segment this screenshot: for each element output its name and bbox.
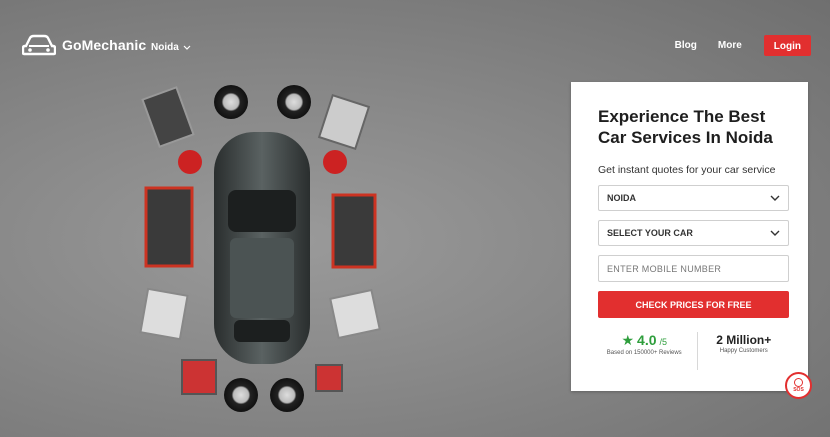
nav-more-link[interactable]: More	[718, 40, 742, 51]
star-icon: ★	[621, 332, 635, 348]
logo[interactable]: GoMechanic	[22, 33, 146, 57]
car-service-illustration	[139, 85, 381, 412]
form-title: Experience The Best Car Services In Noid…	[598, 106, 790, 148]
service-machine-icon	[331, 193, 377, 269]
car-top-view-icon	[214, 132, 310, 364]
rating-stat: ★ 4.0 /5 Based on 150000+ Reviews	[598, 332, 697, 372]
city-select-value: NOIDA	[607, 193, 636, 203]
sos-icon	[794, 378, 803, 387]
car-logo-icon	[22, 34, 56, 56]
sos-button[interactable]: SOS	[785, 372, 812, 399]
top-nav: Blog More Login	[675, 35, 811, 56]
service-machine-icon	[329, 288, 381, 340]
login-button[interactable]: Login	[763, 35, 811, 56]
chevron-down-icon	[770, 230, 780, 236]
mechanic-icon	[178, 150, 202, 174]
service-machine-icon	[141, 86, 195, 148]
customers-value: 2 Million+	[716, 333, 772, 347]
city-selector[interactable]: Noida	[151, 42, 191, 53]
car-select-value: SELECT YOUR CAR	[607, 228, 693, 238]
customers-caption: Happy Customers	[719, 348, 768, 354]
rating-out-of: /5	[659, 337, 668, 347]
form-title-line1: Experience The Best	[598, 107, 766, 126]
quote-form-card: Experience The Best Car Services In Noid…	[571, 82, 808, 391]
chevron-down-icon	[183, 45, 191, 50]
check-prices-button[interactable]: CHECK PRICES FOR FREE	[598, 291, 789, 318]
tyre-icon	[214, 85, 248, 119]
tyre-icon	[224, 378, 258, 412]
city-select[interactable]: NOIDA	[598, 185, 789, 211]
tyre-icon	[270, 378, 304, 412]
brand-name: GoMechanic	[62, 37, 147, 53]
service-machine-icon	[144, 186, 194, 268]
mobile-number-input[interactable]: ENTER MOBILE NUMBER	[598, 255, 789, 282]
tyre-icon	[277, 85, 311, 119]
form-title-line2: Car Services In Noida	[598, 128, 773, 147]
service-machine-icon	[315, 364, 343, 392]
car-select[interactable]: SELECT YOUR CAR	[598, 220, 789, 246]
header: GoMechanic Noida Blog More Login	[0, 0, 830, 90]
form-subtitle: Get instant quotes for your car service	[598, 164, 776, 176]
customers-stat: 2 Million+ Happy Customers	[698, 332, 791, 372]
sos-label: SOS	[793, 387, 804, 393]
rating-value: 4.0	[637, 332, 657, 348]
stats-row: ★ 4.0 /5 Based on 150000+ Reviews 2 Mill…	[598, 332, 790, 372]
nav-blog-link[interactable]: Blog	[675, 40, 697, 51]
rating-caption: Based on 150000+ Reviews	[606, 350, 682, 356]
service-machine-icon	[181, 359, 217, 395]
city-label: Noida	[151, 42, 179, 53]
service-machine-icon	[139, 287, 189, 341]
mechanic-icon	[323, 150, 347, 174]
mobile-number-placeholder: ENTER MOBILE NUMBER	[607, 263, 722, 274]
chevron-down-icon	[770, 195, 780, 201]
service-machine-icon	[317, 93, 371, 151]
